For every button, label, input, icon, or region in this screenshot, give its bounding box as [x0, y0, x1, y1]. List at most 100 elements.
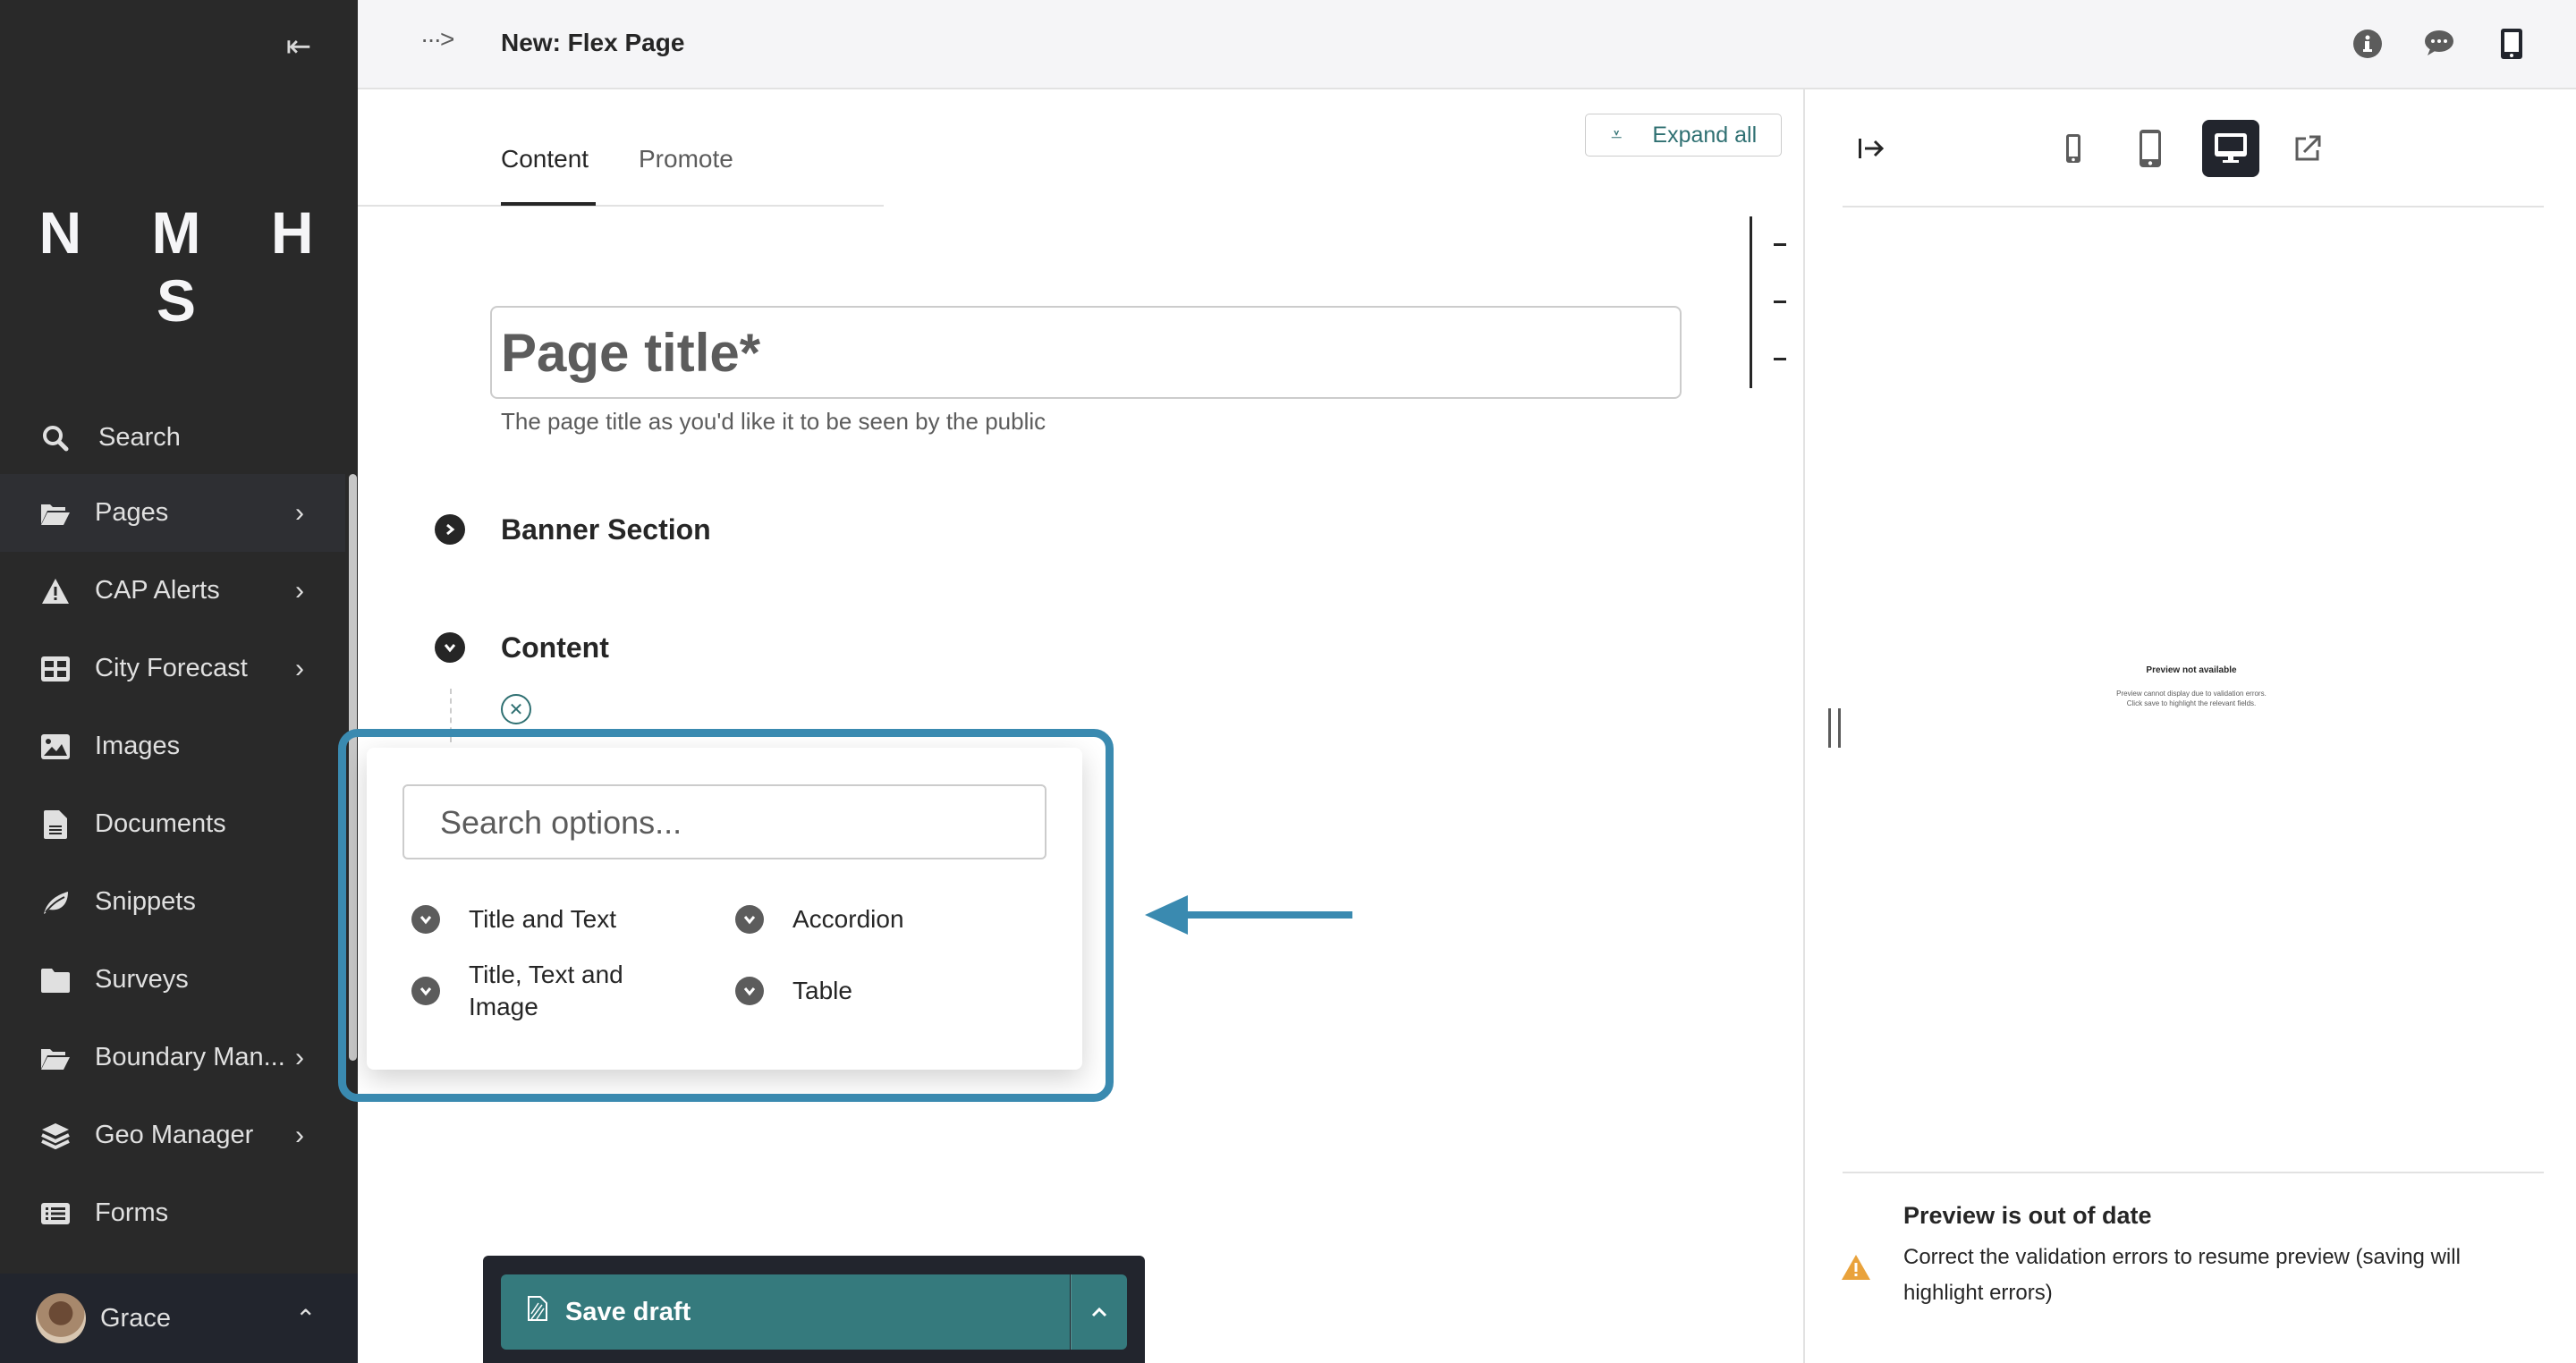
chevron-right-icon: ›	[295, 497, 304, 528]
preview-tablet-button[interactable]	[2122, 120, 2179, 177]
close-preview-button[interactable]	[1843, 120, 1900, 177]
page-title-help-text: The page title as you'd like it to be se…	[501, 408, 1046, 435]
mobile-icon[interactable]	[2501, 29, 2533, 61]
page-title-field	[490, 306, 1682, 399]
list-icon	[39, 1198, 72, 1230]
sidebar-item-pages[interactable]: Pages ›	[0, 474, 345, 552]
breadcrumb-toggle[interactable]: ···>	[420, 25, 454, 54]
preview-panel: Preview not available Preview cannot dis…	[1803, 89, 2576, 1363]
banner-section-toggle[interactable]	[435, 514, 465, 545]
preview-not-available-text: Preview cannot display due to validation…	[1805, 689, 2576, 708]
more-actions-button[interactable]	[1071, 1274, 1127, 1350]
sidebar-item-surveys[interactable]: Surveys	[0, 941, 345, 1019]
sidebar-item-label: Geo Manager	[95, 1121, 254, 1149]
sidebar-item-forms[interactable]: Forms	[0, 1174, 345, 1252]
page-title-input[interactable]	[501, 317, 1664, 388]
highlight-annotation-box	[338, 729, 1114, 1102]
chevron-right-icon	[446, 523, 455, 536]
collapse-right-icon	[1859, 139, 1885, 158]
annotation-arrow-icon	[1145, 895, 1352, 935]
sidebar-item-images[interactable]: Images	[0, 707, 345, 785]
chevron-right-icon: ›	[295, 653, 304, 683]
image-icon	[39, 731, 72, 763]
tab-promote[interactable]: Promote	[639, 145, 733, 174]
table-icon	[39, 653, 72, 685]
sidebar-item-cap-alerts[interactable]: CAP Alerts ›	[0, 552, 345, 630]
open-preview-new-tab-button[interactable]	[2279, 120, 2336, 177]
document-icon	[39, 808, 72, 841]
preview-out-of-date-text: Correct the validation errors to resume …	[1903, 1245, 2461, 1305]
sidebar-item-label: Boundary Man...	[95, 1043, 285, 1071]
preview-not-available-line: Preview cannot display due to validation…	[2116, 690, 2267, 698]
content-section-toggle[interactable]	[435, 632, 465, 663]
info-icon[interactable]	[2352, 29, 2385, 61]
sidebar-item-boundary-manager[interactable]: Boundary Man... ›	[0, 1019, 345, 1096]
active-tab-indicator	[501, 202, 596, 206]
sidebar-item-snippets[interactable]: Snippets	[0, 863, 345, 941]
minimap-item[interactable]	[1774, 358, 1786, 360]
sidebar-item-documents[interactable]: Documents	[0, 785, 345, 863]
preview-status-divider	[1843, 1172, 2544, 1173]
save-draft-button[interactable]: Save draft	[501, 1274, 1070, 1350]
chevron-up-icon: ⌃	[295, 1304, 317, 1333]
logo[interactable]: N M H S	[0, 199, 358, 334]
preview-mobile-button[interactable]	[2045, 120, 2102, 177]
expand-all-button[interactable]: ⩡ Expand all	[1585, 114, 1782, 157]
preview-not-available-title: Preview not available	[2146, 665, 2237, 675]
sidebar-item-label: Search	[98, 423, 181, 452]
sidebar-item-label: Snippets	[95, 887, 196, 916]
folder-icon	[39, 964, 72, 996]
sidebar-item-label: Documents	[95, 809, 226, 838]
save-draft-label: Save draft	[565, 1297, 691, 1326]
sidebar-item-label: CAP Alerts	[95, 576, 220, 605]
comment-icon[interactable]	[2424, 29, 2456, 61]
chevron-right-icon: ›	[295, 1042, 304, 1072]
search-icon	[39, 422, 72, 454]
chevron-up-icon	[1091, 1307, 1107, 1317]
sidebar-item-city-forecast[interactable]: City Forecast ›	[0, 630, 345, 707]
close-block-chooser-button[interactable]: ✕	[501, 694, 531, 724]
expand-all-icon: ⩡	[1611, 123, 1623, 146]
chevron-right-icon: ›	[295, 1120, 304, 1150]
external-link-icon	[2295, 135, 2321, 161]
layers-icon	[39, 1120, 72, 1152]
sidebar-item-geo-manager[interactable]: Geo Manager ›	[0, 1096, 345, 1174]
preview-desktop-button[interactable]	[2202, 120, 2259, 177]
preview-not-available-line: Click save to highlight the relevant fie…	[2126, 699, 2257, 707]
header: ···> New: Flex Page	[358, 0, 2576, 89]
avatar	[36, 1293, 86, 1343]
account-name: Grace	[100, 1303, 171, 1333]
warning-icon	[39, 575, 72, 607]
save-draft-icon	[528, 1296, 547, 1328]
chevron-down-icon	[444, 644, 456, 653]
tablet-icon	[2140, 130, 2161, 167]
page-title: New: Flex Page	[501, 29, 685, 56]
banner-section-title[interactable]: Banner Section	[501, 513, 711, 546]
minimap-item[interactable]	[1774, 243, 1786, 246]
leaf-icon	[39, 886, 72, 919]
minimap-bar	[1750, 216, 1752, 388]
account-menu[interactable]: Grace ⌃	[0, 1274, 358, 1363]
sidebar-item-label: Surveys	[95, 965, 189, 994]
warning-icon	[1842, 1255, 1870, 1280]
preview-toolbar-divider	[1843, 206, 2544, 207]
collapse-left-icon: ⇤	[285, 30, 312, 63]
preview-resize-handle[interactable]	[1828, 708, 1841, 748]
minimap-item[interactable]	[1774, 301, 1786, 303]
folder-open-icon	[39, 497, 72, 529]
sidebar-item-label: Images	[95, 732, 181, 760]
sidebar-item-label: Pages	[95, 498, 169, 527]
sidebar-item-label: City Forecast	[95, 654, 248, 682]
sidebar-item-label: Forms	[95, 1198, 169, 1227]
close-icon: ✕	[508, 699, 524, 720]
expand-all-label: Expand all	[1652, 122, 1758, 148]
chevron-right-icon: ›	[295, 575, 304, 605]
preview-out-of-date-title: Preview is out of date	[1903, 1202, 2152, 1229]
content-section-title[interactable]: Content	[501, 631, 609, 665]
collapse-sidebar-button[interactable]: ⇤	[279, 27, 318, 66]
sidebar-item-search[interactable]: Search	[0, 399, 345, 477]
action-bar: Save draft	[483, 1256, 1145, 1363]
mobile-icon	[2066, 134, 2080, 163]
tab-content[interactable]: Content	[501, 145, 589, 174]
sidebar: ⇤ N M H S Search Pages › CAP Alerts › Ci…	[0, 0, 358, 1363]
